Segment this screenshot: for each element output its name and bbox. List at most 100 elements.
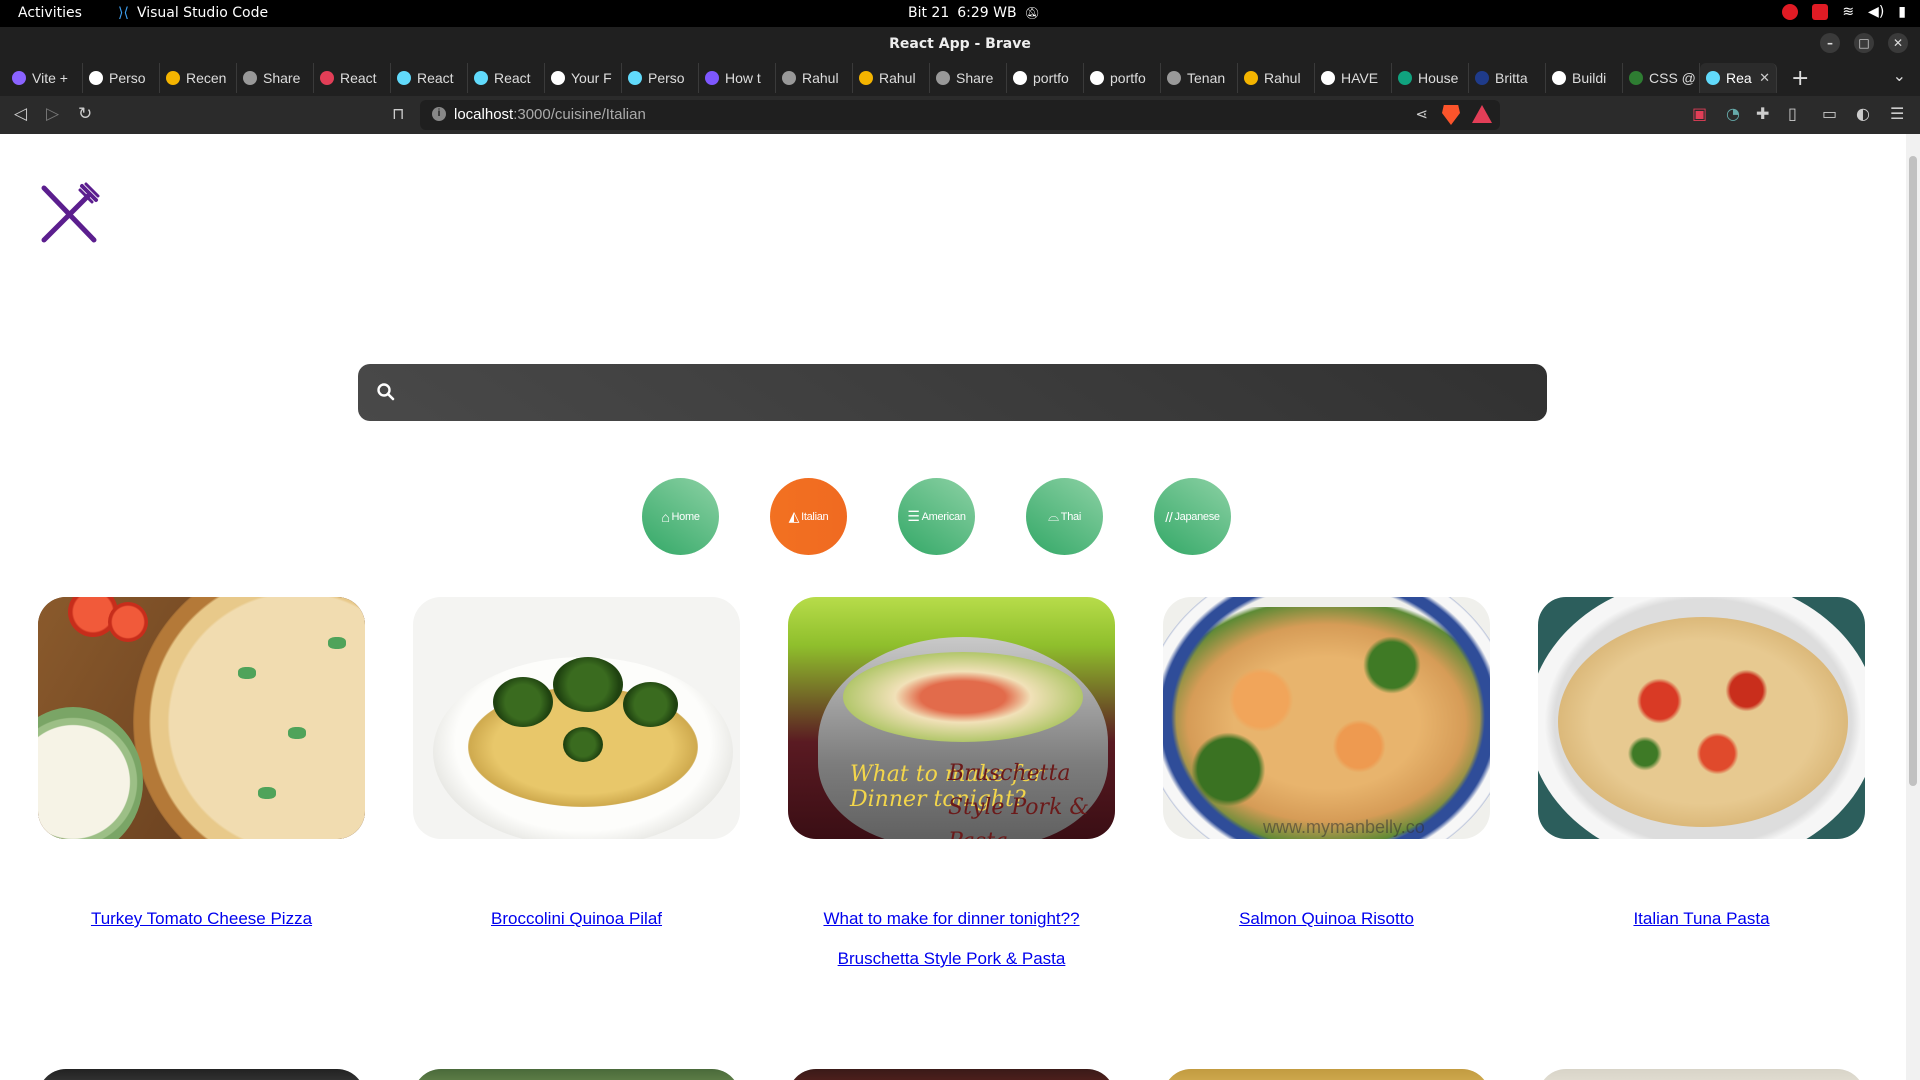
address-bar[interactable]: i localhost:3000/cuisine/Italian ⋖ xyxy=(420,100,1500,130)
browser-menu-icon[interactable]: ☰ xyxy=(1890,104,1904,123)
url-text[interactable]: localhost:3000/cuisine/Italian xyxy=(454,106,646,123)
browser-tab[interactable]: Your F xyxy=(545,63,622,93)
close-window-button[interactable]: ✕ xyxy=(1888,33,1908,53)
recipe-title-link[interactable]: Turkey Tomato Cheese Pizza xyxy=(52,899,352,939)
recipe-card[interactable] xyxy=(38,1069,365,1080)
browser-tab[interactable]: Perso xyxy=(83,63,160,93)
browser-tab[interactable]: Buildi xyxy=(1546,63,1623,93)
battery-icon[interactable]: ▮ xyxy=(1898,4,1906,20)
tab-search-chevron-icon[interactable]: ⌄ xyxy=(1893,66,1906,85)
extension-icon-2[interactable]: ◔ xyxy=(1726,104,1740,123)
recipe-title-link[interactable]: Broccolini Quinoa Pilaf xyxy=(427,899,727,939)
recipe-title-link[interactable]: Italian Tuna Pasta xyxy=(1552,899,1852,939)
recipe-image[interactable] xyxy=(38,597,365,839)
recipe-card[interactable]: Italian Tuna Pasta xyxy=(1538,597,1865,979)
new-tab-button[interactable]: + xyxy=(1791,66,1809,91)
browser-tab[interactable]: Perso xyxy=(622,63,699,93)
browser-tab[interactable]: Tenan xyxy=(1161,63,1238,93)
browser-tab[interactable]: portfo xyxy=(1084,63,1161,93)
tab-favicon-icon xyxy=(551,71,565,85)
extension-icon[interactable]: ▣ xyxy=(1692,104,1707,123)
sidebar-icon[interactable]: ▯ xyxy=(1788,104,1797,123)
extensions-puzzle-icon[interactable]: ✚ xyxy=(1756,104,1769,123)
browser-tab[interactable]: How t xyxy=(699,63,776,93)
browser-tab[interactable]: portfo xyxy=(1007,63,1084,93)
clock[interactable]: Bit 21 6:29 WB 🔕︎ xyxy=(908,5,1040,21)
recipe-image[interactable] xyxy=(788,1069,1115,1080)
category-label: Thai xyxy=(1060,510,1082,523)
browser-tab[interactable]: React xyxy=(314,63,391,93)
recipe-image[interactable] xyxy=(38,1069,365,1080)
browser-tab[interactable]: React xyxy=(468,63,545,93)
wallet-icon[interactable]: ▭ xyxy=(1822,104,1837,123)
recipe-image[interactable]: What to make for Dinner tonight? Brusche… xyxy=(788,597,1115,839)
recipe-image[interactable]: www.mymanbelly.co xyxy=(1163,597,1490,839)
volume-icon[interactable]: ◀︎) xyxy=(1868,4,1884,20)
vscode-icon: ⟩⟨ xyxy=(118,5,129,21)
browser-tab[interactable]: Rahul xyxy=(853,63,930,93)
browser-tab[interactable]: Share xyxy=(237,63,314,93)
recording-icon[interactable] xyxy=(1812,4,1829,20)
recipe-card[interactable]: What to make for Dinner tonight? Brusche… xyxy=(788,597,1115,979)
search-bar[interactable] xyxy=(358,364,1547,421)
category-thai[interactable]: ⌓ Thai xyxy=(1026,478,1103,555)
browser-tab[interactable]: CSS @ xyxy=(1623,63,1700,93)
brave-rewards-icon[interactable] xyxy=(1472,105,1492,123)
minimize-button[interactable]: – xyxy=(1820,33,1840,53)
recipe-card[interactable]: www.mymanbelly.co Salmon Quinoa Risotto xyxy=(1163,597,1490,979)
search-input[interactable] xyxy=(410,374,1530,410)
recipe-title-link[interactable]: What to make for dinner tonight?? Brusch… xyxy=(802,899,1102,979)
browser-tab[interactable]: Vite + xyxy=(6,63,83,93)
recipe-image[interactable] xyxy=(413,1069,740,1080)
recipe-card[interactable] xyxy=(1163,1069,1490,1080)
browser-tab[interactable]: Share xyxy=(930,63,1007,93)
site-info-icon[interactable]: i xyxy=(432,107,446,121)
recipe-image[interactable] xyxy=(1538,1069,1865,1080)
tab-favicon-icon xyxy=(243,71,257,85)
tab-favicon-icon xyxy=(1090,71,1104,85)
window-controls: – □ ✕ xyxy=(1820,33,1908,53)
forward-icon[interactable]: ▷ xyxy=(46,104,59,124)
recipe-card[interactable]: Broccolini Quinoa Pilaf xyxy=(413,597,740,979)
share-icon[interactable]: ⋖ xyxy=(1415,105,1428,123)
browser-tab[interactable]: House xyxy=(1392,63,1469,93)
recipe-image[interactable] xyxy=(1538,597,1865,839)
recipe-image[interactable] xyxy=(413,597,740,839)
back-icon[interactable]: ◁ xyxy=(14,104,27,124)
browser-tab[interactable]: Recen xyxy=(160,63,237,93)
fork-knife-logo-icon[interactable] xyxy=(38,182,100,244)
vpn-icon[interactable]: ◐ xyxy=(1856,104,1870,123)
stop-icon[interactable] xyxy=(1782,4,1799,20)
recipe-card[interactable] xyxy=(413,1069,740,1080)
recipe-card[interactable] xyxy=(1538,1069,1865,1080)
image-watermark: www.mymanbelly.co xyxy=(1263,817,1425,837)
close-tab-icon[interactable]: ✕ xyxy=(1759,70,1770,86)
noodle-bowl-icon: ⌓ xyxy=(1048,508,1059,524)
maximize-button[interactable]: □ xyxy=(1854,33,1874,53)
wifi-icon[interactable]: ≋ xyxy=(1842,4,1854,20)
recipe-title-link[interactable]: Salmon Quinoa Risotto xyxy=(1177,899,1477,939)
category-american[interactable]: ☰ American xyxy=(898,478,975,555)
category-italian[interactable]: ◭ Italian xyxy=(770,478,847,555)
reload-icon[interactable]: ↻ xyxy=(78,104,92,124)
tab-favicon-icon xyxy=(320,71,334,85)
brave-shields-icon[interactable] xyxy=(1442,105,1460,125)
bookmark-icon[interactable]: ⊓ xyxy=(392,104,404,123)
recipe-image[interactable] xyxy=(1163,1069,1490,1080)
recipe-card[interactable] xyxy=(788,1069,1115,1080)
activities-button[interactable]: Activities xyxy=(18,5,82,21)
category-home[interactable]: ⌂ Home xyxy=(642,478,719,555)
browser-tab[interactable]: Rahul xyxy=(1238,63,1315,93)
browser-tab[interactable]: HAVE xyxy=(1315,63,1392,93)
category-japanese[interactable]: //Japanese xyxy=(1154,478,1231,555)
page-scrollbar[interactable] xyxy=(1906,134,1920,1080)
recipe-card[interactable]: Turkey Tomato Cheese Pizza xyxy=(38,597,365,979)
system-tray[interactable]: ≋ ◀︎) ▮ xyxy=(1782,4,1906,20)
app-menu[interactable]: ⟩⟨ Visual Studio Code xyxy=(118,5,268,21)
tab-favicon-icon xyxy=(474,71,488,85)
browser-tab[interactable]: Britta xyxy=(1469,63,1546,93)
browser-tab[interactable]: Rea ✕ xyxy=(1700,63,1777,93)
scrollbar-thumb[interactable] xyxy=(1909,156,1917,786)
browser-tab[interactable]: React xyxy=(391,63,468,93)
browser-tab[interactable]: Rahul xyxy=(776,63,853,93)
